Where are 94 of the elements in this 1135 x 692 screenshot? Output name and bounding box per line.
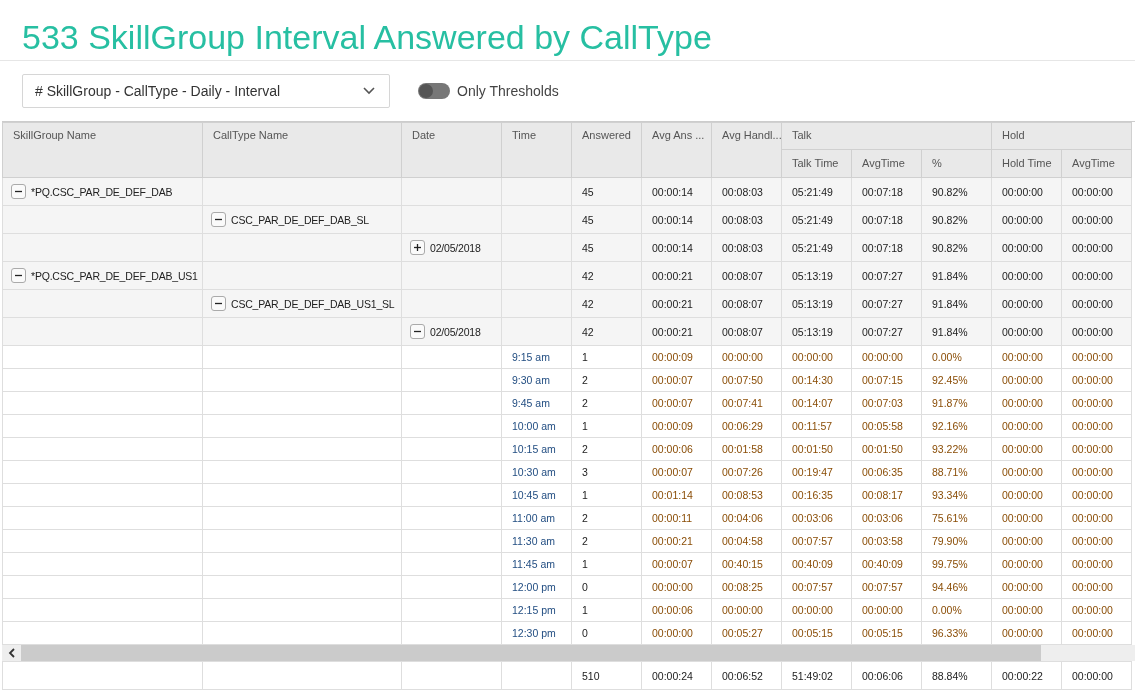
expand-button[interactable] (410, 240, 425, 255)
table-cell: 00:08:07 (711, 261, 782, 290)
table-cell: 00:08:07 (711, 317, 782, 346)
minus-icon (414, 328, 421, 335)
table-cell: 00:00:14 (641, 177, 712, 206)
row-label: CSC_PAR_DE_DEF_DAB_SL (231, 213, 369, 226)
report-title: 533 SkillGroup Interval Answered by CallType (0, 0, 1135, 61)
row-label: *PQ.CSC_PAR_DE_DEF_DAB_US1 (31, 269, 198, 282)
table-cell: 45 (571, 177, 642, 206)
table-cell: 00:00:14 (641, 205, 712, 234)
total-cell: 00:06:52 (711, 661, 782, 690)
table-cell: 90.82% (921, 205, 992, 234)
toggle-label: Only Thresholds (457, 83, 559, 99)
table-cell: 05:21:49 (781, 177, 852, 206)
table-cell: 00:00:00 (1061, 205, 1132, 234)
column-header[interactable]: % (921, 149, 992, 178)
minus-icon (215, 216, 222, 223)
table-cell: 00:08:03 (711, 177, 782, 206)
table-cell: 00:08:03 (711, 205, 782, 234)
plus-icon (414, 244, 421, 251)
table-cell: 00:00:00 (1061, 261, 1132, 290)
table-cell: 42 (571, 261, 642, 290)
chevron-down-icon (363, 87, 375, 95)
table-cell: 05:13:19 (781, 317, 852, 346)
table-cell: 00:00:00 (1061, 289, 1132, 318)
table-cell: 00:07:27 (851, 317, 922, 346)
table-cell: 91.84% (921, 261, 992, 290)
row-label: *PQ.CSC_PAR_DE_DEF_DAB (31, 185, 173, 198)
column-header[interactable]: Answered (571, 122, 642, 178)
row-label: CSC_PAR_DE_DEF_DAB_US1_SL (231, 297, 395, 310)
column-header[interactable]: AvgTime (851, 149, 922, 178)
table-cell: 00:00:00 (991, 289, 1062, 318)
minus-icon (15, 272, 22, 279)
total-cell: 00:00:22 (991, 661, 1062, 690)
total-cell: 00:06:06 (851, 661, 922, 690)
minus-icon (215, 300, 222, 307)
table-cell: 00:00:21 (641, 317, 712, 346)
collapse-button[interactable] (211, 296, 226, 311)
row-label: 02/05/2018 (430, 325, 481, 338)
table-cell: 42 (571, 317, 642, 346)
total-cell: 00:00:00 (1061, 661, 1132, 690)
thresholds-toggle[interactable] (418, 83, 450, 99)
collapse-button[interactable] (11, 184, 26, 199)
minus-icon (15, 188, 22, 195)
table-cell: 42 (571, 289, 642, 318)
chevron-left-icon[interactable] (8, 648, 15, 658)
table-cell: 00:00:00 (1061, 177, 1132, 206)
table-cell: 00:07:18 (851, 205, 922, 234)
table-cell: 00:00:00 (991, 205, 1062, 234)
table-cell: 00:00:21 (641, 261, 712, 290)
total-cell: 88.84% (921, 661, 992, 690)
table-cell: 00:00:21 (641, 289, 712, 318)
table-cell: 00:07:27 (851, 289, 922, 318)
column-header[interactable]: SkillGroup Name (2, 122, 203, 178)
table-cell: 00:00:00 (991, 233, 1062, 262)
table-cell: 90.82% (921, 177, 992, 206)
table-cell: 90.82% (921, 233, 992, 262)
table-cell: 00:08:03 (711, 233, 782, 262)
view-dropdown[interactable]: # SkillGroup - CallType - Daily - Interval (22, 74, 390, 108)
table-cell: 05:13:19 (781, 261, 852, 290)
table-cell: 00:08:07 (711, 289, 782, 318)
table-cell: 05:21:49 (781, 205, 852, 234)
table-cell: 00:07:18 (851, 233, 922, 262)
total-cell: 00:00:24 (641, 661, 712, 690)
column-group-header: Talk (781, 122, 992, 150)
column-header[interactable]: Time (501, 122, 572, 178)
column-header[interactable]: Avg Ans ... (641, 122, 712, 178)
table-cell: 00:07:27 (851, 261, 922, 290)
row-label: 02/05/2018 (430, 241, 481, 254)
column-header[interactable]: Talk Time (781, 149, 852, 178)
table-cell: 45 (571, 205, 642, 234)
collapse-button[interactable] (11, 268, 26, 283)
table-cell: 00:00:00 (1061, 233, 1132, 262)
total-cell: 510 (571, 661, 642, 690)
total-cell: 51:49:02 (781, 661, 852, 690)
table-cell: 91.84% (921, 317, 992, 346)
collapse-button[interactable] (410, 324, 425, 339)
table-cell: 00:00:00 (1061, 317, 1132, 346)
table-cell: 45 (571, 233, 642, 262)
column-header[interactable]: AvgTime (1061, 149, 1132, 178)
table-cell: 05:21:49 (781, 233, 852, 262)
table-cell: 00:00:00 (991, 177, 1062, 206)
table-cell: 91.84% (921, 289, 992, 318)
column-header[interactable]: Hold Time (991, 149, 1062, 178)
column-group-header: Hold (991, 122, 1132, 150)
column-header[interactable]: Avg Handl... (711, 122, 782, 178)
table-cell: 00:00:00 (991, 261, 1062, 290)
table-cell: 05:13:19 (781, 289, 852, 318)
collapse-button[interactable] (211, 212, 226, 227)
column-header[interactable]: CallType Name (202, 122, 402, 178)
table-cell: 00:07:18 (851, 177, 922, 206)
table-cell: 00:00:14 (641, 233, 712, 262)
column-header[interactable]: Date (401, 122, 502, 178)
table-cell: 00:00:00 (991, 317, 1062, 346)
